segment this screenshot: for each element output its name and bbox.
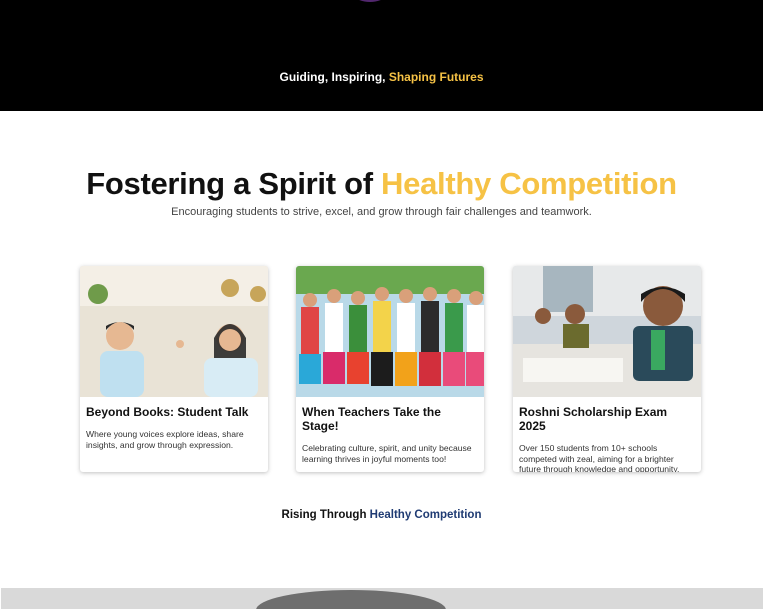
- card-title: Roshni Scholarship Exam 2025: [519, 405, 668, 433]
- card-image-student-talk: [80, 266, 268, 397]
- section-title: Fostering a Spirit of Healthy Competitio…: [0, 166, 763, 202]
- card-student-talk[interactable]: Beyond Books: Student Talk Where young v…: [80, 266, 268, 472]
- portrait-silhouette: [256, 590, 446, 609]
- card-teachers-stage[interactable]: When Teachers Take the Stage! Celebratin…: [296, 266, 484, 472]
- tagline-accent: Shaping Futures: [388, 70, 484, 84]
- card-image-scholarship-exam: [513, 266, 701, 397]
- title-text: Fostering a Spirit of: [86, 166, 382, 201]
- card-title: Beyond Books: Student Talk: [86, 405, 249, 419]
- card-text: Over 150 students from 10+ schools compe…: [519, 443, 680, 472]
- logo-badge: [340, 0, 400, 2]
- card-text: Celebrating culture, spirit, and unity b…: [302, 443, 472, 464]
- bottom-tagline-text: Rising Through: [281, 509, 370, 521]
- tagline-text: Guiding, Inspiring,: [279, 70, 389, 84]
- hero-banner: Guiding, Inspiring, Shaping Futures: [0, 0, 763, 111]
- hero-tagline: Guiding, Inspiring, Shaping Futures: [0, 70, 763, 84]
- card-title: When Teachers Take the Stage!: [302, 405, 441, 433]
- bottom-tagline-accent: Healthy Competition: [369, 509, 482, 521]
- title-accent: Healthy Competition: [381, 166, 677, 201]
- card-scholarship-exam[interactable]: Roshni Scholarship Exam 2025 Over 150 st…: [513, 266, 701, 472]
- card-image-teachers-stage: [296, 266, 484, 397]
- next-section-image: [1, 588, 763, 609]
- section-subtitle: Encouraging students to strive, excel, a…: [171, 206, 592, 218]
- bottom-tagline: Rising Through Healthy Competition: [0, 509, 763, 521]
- card-text: Where young voices explore ideas, share …: [86, 429, 244, 450]
